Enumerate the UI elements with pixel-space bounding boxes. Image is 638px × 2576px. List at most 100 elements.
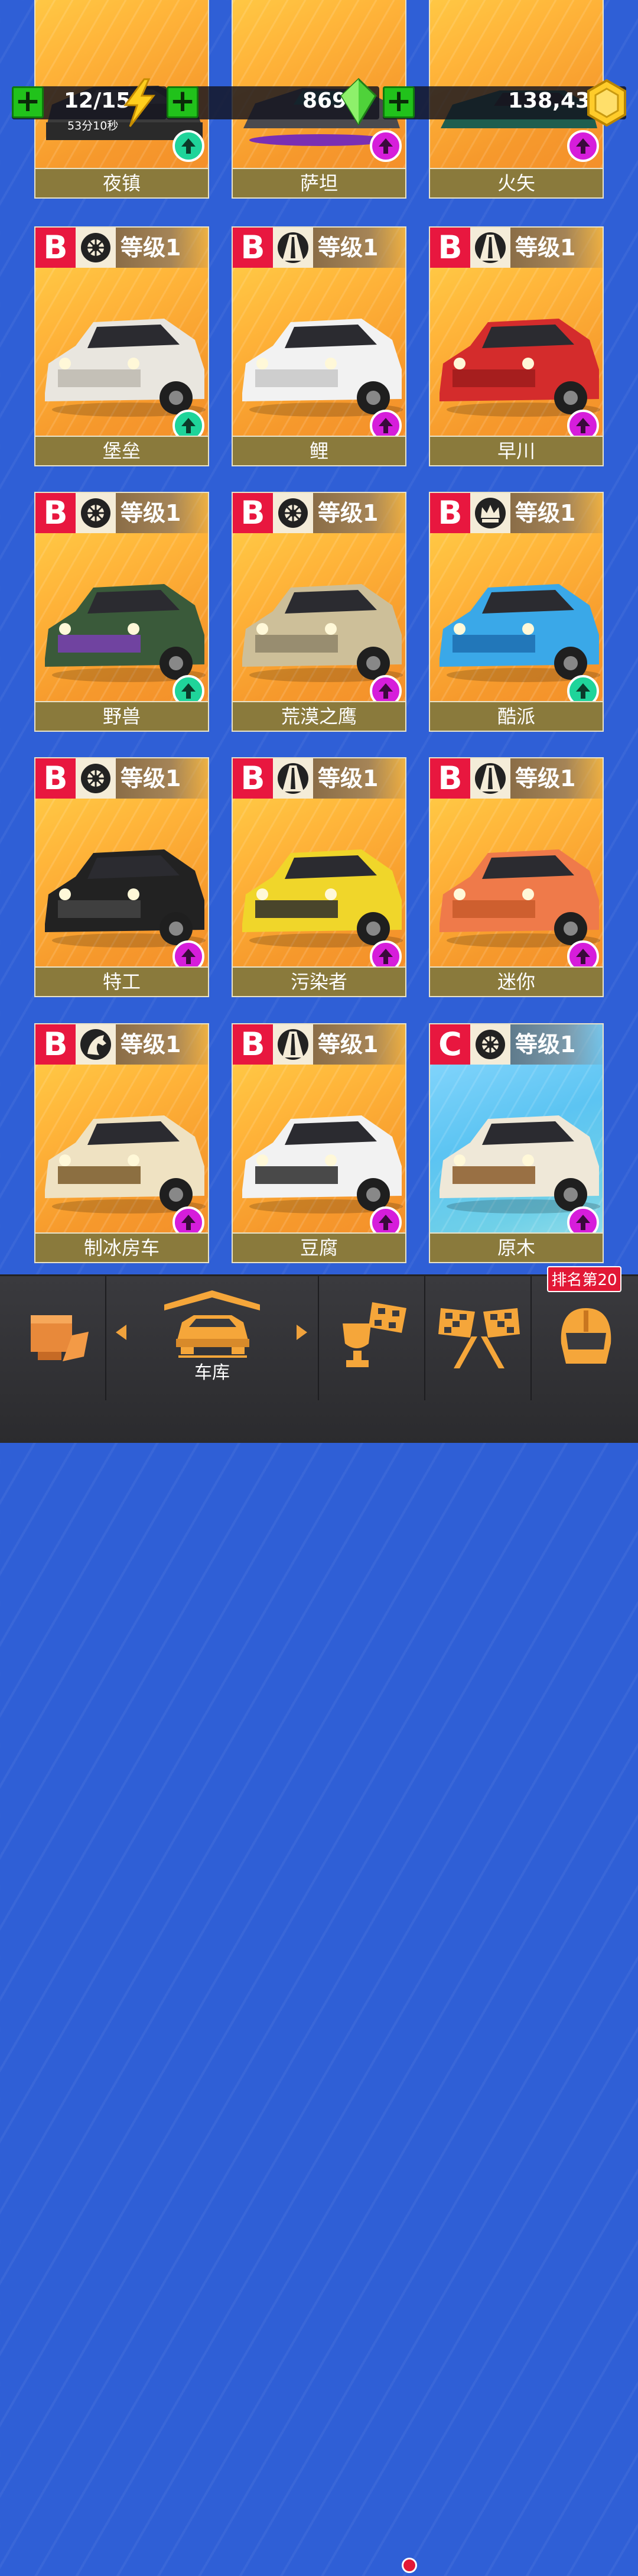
car-class-badge: B: [233, 1024, 273, 1065]
car-level: 等级1: [116, 228, 208, 268]
car-name: 原木: [430, 1232, 603, 1262]
upgrade-arrow-icon: [172, 130, 204, 162]
car-class-badge: B: [430, 228, 470, 268]
upgrade-arrow-icon: [567, 130, 599, 162]
car-level: 等级1: [510, 493, 603, 533]
car-class-badge: B: [35, 758, 76, 799]
add-gems-button[interactable]: +: [167, 86, 198, 118]
road-icon: [470, 228, 510, 268]
gem-icon: [340, 78, 377, 125]
lightning-icon: [123, 78, 156, 127]
car-class-badge: B: [233, 758, 273, 799]
car-level: 等级1: [313, 228, 405, 268]
car-class-badge: B: [233, 228, 273, 268]
road-icon: [470, 758, 510, 799]
car-level: 等级1: [510, 1024, 603, 1065]
card-header: B 等级1: [430, 758, 603, 799]
card-header: B 等级1: [233, 228, 405, 268]
car-class-badge: B: [430, 493, 470, 533]
car-image: [45, 1115, 206, 1214]
add-energy-button[interactable]: +: [12, 86, 44, 118]
card-header: C 等级1: [430, 1024, 603, 1065]
car-name: 豆腐: [233, 1232, 405, 1262]
car-image: [440, 319, 600, 417]
card-header: B 等级1: [430, 493, 603, 533]
crate-icon: [31, 1315, 89, 1361]
car-level: 等级1: [510, 758, 603, 799]
notification-dot: [398, 2554, 421, 2576]
car-card[interactable]: B 等级1 豆腐: [232, 1023, 406, 1263]
car-level: 等级1: [313, 758, 405, 799]
car-card[interactable]: C 等级1 原木: [429, 1023, 604, 1263]
car-class-badge: B: [233, 493, 273, 533]
bottom-navigation: 车库: [0, 1274, 638, 2576]
crown-gauge-icon: [470, 493, 510, 533]
nav-race[interactable]: [425, 1276, 530, 1400]
energy-timer: 53分10秒: [67, 119, 119, 132]
nav-events[interactable]: [319, 1276, 424, 1400]
car-image: [242, 1115, 403, 1214]
upgrade-arrow-icon: [370, 130, 402, 162]
road-icon: [273, 758, 313, 799]
card-header: B 等级1: [35, 228, 208, 268]
checkered-flags-icon: [438, 1308, 520, 1368]
car-level: 等级1: [116, 493, 208, 533]
car-card[interactable]: B 等级1 迷你: [429, 757, 604, 997]
car-card[interactable]: B 等级1 鲤: [232, 226, 406, 466]
car-name: 荒漠之鹰: [233, 701, 405, 731]
wheel-icon: [76, 493, 116, 533]
car-name: 污染者: [233, 966, 405, 996]
car-name: 迷你: [430, 966, 603, 996]
card-header: B 等级1: [35, 493, 208, 533]
car-card[interactable]: B 等级1 污染者: [232, 757, 406, 997]
wheel-icon: [76, 758, 116, 799]
car-name: 制冰房车: [35, 1232, 208, 1262]
car-image: [242, 849, 403, 948]
car-name: 酷派: [430, 701, 603, 731]
car-level: 等级1: [313, 493, 405, 533]
garage-car-icon: [164, 1290, 260, 1358]
car-card[interactable]: B 等级1 野兽: [34, 492, 209, 732]
car-class-badge: B: [430, 758, 470, 799]
car-image: [45, 319, 206, 417]
chevron-left-icon[interactable]: [113, 1323, 128, 1341]
wheel-icon: [76, 228, 116, 268]
car-name: 鲤: [233, 436, 405, 465]
car-name: 早川: [430, 436, 603, 465]
car-class-badge: B: [35, 1024, 76, 1065]
helmet-icon: [561, 1308, 611, 1364]
car-card[interactable]: B 等级1 堡垒: [34, 226, 209, 466]
card-header: B 等级1: [233, 493, 405, 533]
card-header: B 等级1: [233, 1024, 405, 1065]
card-header: B 等级1: [35, 1024, 208, 1065]
car-image: [440, 1115, 600, 1214]
car-name: 野兽: [35, 701, 208, 731]
car-name: 火矢: [430, 168, 603, 197]
car-name: 堡垒: [35, 436, 208, 465]
garage-label: 车库: [194, 1362, 230, 1383]
car-card[interactable]: B 等级1 早川: [429, 226, 604, 466]
trophy-flag-icon: [343, 1302, 406, 1367]
nav-garage[interactable]: 车库: [106, 1276, 318, 1400]
car-level: 等级1: [313, 1024, 405, 1065]
nav-shop[interactable]: [0, 1276, 105, 1400]
energy-value: 12/15: [64, 89, 131, 113]
car-card[interactable]: B 等级1 制冰房车: [34, 1023, 209, 1263]
car-name: 夜镇: [35, 168, 208, 197]
car-card[interactable]: B 等级1 荒漠之鹰: [232, 492, 406, 732]
car-class-badge: B: [35, 493, 76, 533]
road-icon: [273, 228, 313, 268]
car-image: [242, 319, 403, 417]
car-name: 特工: [35, 966, 208, 996]
car-class-badge: B: [35, 228, 76, 268]
nav-profile[interactable]: [532, 1276, 638, 1400]
car-image: [440, 849, 600, 948]
car-card[interactable]: B 等级1 酷派: [429, 492, 604, 732]
car-level: 等级1: [116, 1024, 208, 1065]
coin-icon: [587, 79, 626, 127]
add-coins-button[interactable]: +: [383, 86, 415, 118]
card-header: B 等级1: [233, 758, 405, 799]
chevron-right-icon[interactable]: [295, 1323, 310, 1341]
wheel-icon: [470, 1024, 510, 1065]
car-card[interactable]: B 等级1 特工: [34, 757, 209, 997]
